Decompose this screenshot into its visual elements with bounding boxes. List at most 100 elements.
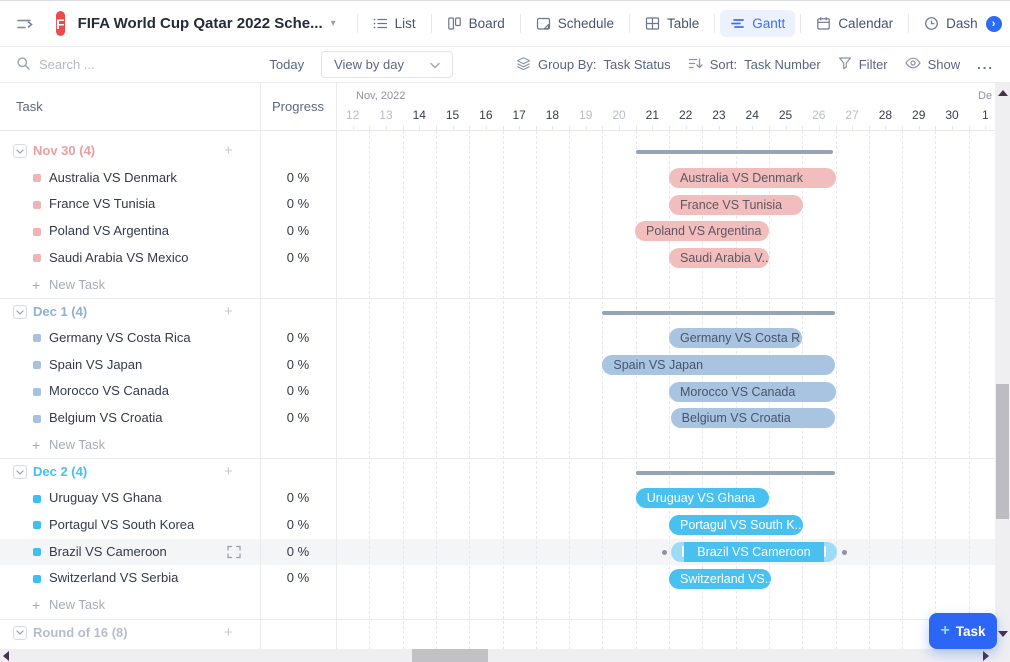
task-status-bullet[interactable] (33, 228, 41, 236)
task-name[interactable]: Germany VS Costa Rica (49, 325, 191, 352)
task-name[interactable]: France VS Tunisia (49, 191, 155, 218)
app-logo[interactable]: F (56, 11, 65, 36)
horizontal-scrollbar[interactable] (0, 649, 995, 662)
bar-resize-handle-right[interactable] (824, 546, 826, 557)
title-caret-icon[interactable]: ▾ (331, 18, 336, 29)
tab-calendar[interactable]: Calendar (806, 10, 903, 37)
group-title[interactable]: Round of 16 (8) (33, 620, 128, 647)
gantt-bar-label: Morocco VS Canada (669, 382, 836, 402)
bar-resize-handle-left[interactable] (682, 546, 684, 557)
task-progress: 0 % (260, 245, 336, 272)
group-by-control[interactable]: Group By: Task Status (516, 56, 671, 74)
task-status-bullet[interactable] (33, 361, 41, 369)
task-status-bullet[interactable] (33, 254, 41, 262)
task-status-bullet[interactable] (33, 415, 41, 423)
gantt-bar[interactable]: Poland VS Argentina (635, 221, 769, 241)
divider (800, 14, 801, 33)
scroll-down-arrow[interactable] (998, 631, 1008, 637)
task-status-bullet[interactable] (33, 575, 41, 583)
group-collapse-icon[interactable] (13, 626, 27, 640)
task-name[interactable]: Saudi Arabia VS Mexico (49, 245, 188, 272)
scroll-left-arrow[interactable] (3, 651, 9, 661)
filter-button[interactable]: Filter (838, 56, 888, 73)
group-collapse-icon[interactable] (13, 144, 27, 158)
expand-task-icon[interactable] (227, 545, 241, 559)
tab-dash[interactable]: Dash› (914, 10, 1010, 38)
group-title[interactable]: Nov 30 (4) (33, 138, 95, 165)
task-status-bullet[interactable] (33, 388, 41, 396)
view-by-select[interactable]: View by day (321, 51, 453, 78)
gantt-bar[interactable]: France VS Tunisia (669, 195, 803, 215)
gantt-bar[interactable]: Spain VS Japan (602, 355, 835, 375)
add-task-button[interactable]: + Task (929, 613, 997, 649)
group-add-task-button[interactable]: + (224, 459, 233, 486)
task-name[interactable]: Uruguay VS Ghana (49, 485, 162, 512)
horizontal-scrollbar-thumb[interactable] (412, 649, 488, 662)
task-row: Switzerland VS Serbia0 %Switzerland VS..… (0, 565, 995, 592)
task-status-bullet[interactable] (33, 548, 41, 556)
show-button[interactable]: Show (905, 57, 961, 72)
tab-table[interactable]: Table (635, 10, 709, 37)
vertical-scrollbar[interactable] (995, 83, 1010, 662)
search-input[interactable]: Search ... (16, 56, 269, 74)
task-name[interactable]: Portagul VS South Korea (49, 512, 194, 539)
tab-board[interactable]: Board (437, 10, 515, 37)
new-task-button[interactable]: New Task (49, 272, 105, 299)
task-status-bullet[interactable] (33, 495, 41, 503)
task-name[interactable]: Australia VS Denmark (49, 165, 177, 192)
group-collapse-icon[interactable] (13, 305, 27, 319)
page-title[interactable]: FIFA World Cup Qatar 2022 Sche... (78, 15, 323, 32)
task-progress: 0 % (260, 325, 336, 352)
task-name[interactable]: Morocco VS Canada (49, 378, 169, 405)
task-status-bullet[interactable] (33, 201, 41, 209)
tab-gantt[interactable]: Gantt (720, 10, 795, 37)
more-options-button[interactable]: ... (977, 57, 994, 72)
gantt-bar[interactable]: Portagul VS South K... (669, 515, 803, 535)
task-status-bullet[interactable] (33, 334, 41, 342)
new-task-button[interactable]: New Task (49, 592, 105, 619)
tab-schedule[interactable]: Schedule (526, 10, 624, 37)
task-name[interactable]: Poland VS Argentina (49, 218, 169, 245)
day-label: 12 (336, 105, 369, 125)
task-name[interactable]: Belgium VS Croatia (49, 405, 162, 432)
scroll-up-arrow[interactable] (998, 90, 1008, 96)
gantt-bar[interactable]: Australia VS Denmark (669, 168, 836, 188)
group-add-task-button[interactable]: + (224, 299, 233, 326)
gantt-bar[interactable]: Uruguay VS Ghana (636, 488, 769, 508)
task-status-bullet[interactable] (33, 174, 41, 182)
task-name[interactable]: Switzerland VS Serbia (49, 565, 178, 592)
sidebar-toggle-icon[interactable] (16, 16, 34, 32)
gantt-bar[interactable]: Germany VS Costa R... (669, 328, 802, 348)
tab-scroll-badge[interactable]: › (986, 16, 1002, 32)
table-icon (645, 16, 660, 31)
gantt-bar[interactable]: Switzerland VS... (669, 569, 771, 589)
bar-drag-dot-left[interactable] (662, 550, 667, 555)
vertical-scrollbar-thumb[interactable] (996, 384, 1009, 519)
gantt-bar[interactable]: Saudi Arabia V... (669, 248, 769, 268)
group-title[interactable]: Dec 2 (4) (33, 459, 87, 486)
divider (357, 14, 358, 33)
gantt-bar[interactable]: Morocco VS Canada (669, 382, 836, 402)
scroll-right-arrow[interactable] (983, 651, 989, 661)
task-status-bullet[interactable] (33, 521, 41, 529)
group-summary-bar[interactable] (636, 150, 833, 154)
today-button[interactable]: Today (269, 57, 304, 72)
group-add-task-button[interactable]: + (224, 620, 233, 647)
day-label: 22 (669, 105, 702, 125)
bar-drag-dot-right[interactable] (842, 550, 847, 555)
task-name[interactable]: Spain VS Japan (49, 352, 142, 379)
tab-list[interactable]: List (363, 10, 426, 37)
group-collapse-icon[interactable] (13, 465, 27, 479)
task-row: Belgium VS Croatia0 %Belgium VS Croatia (0, 405, 995, 432)
task-name[interactable]: Brazil VS Cameroon (49, 539, 167, 566)
gantt-bar[interactable]: Brazil VS Cameroon (671, 542, 838, 562)
divider (908, 14, 909, 33)
sort-control[interactable]: Sort: Task Number (688, 56, 821, 74)
gantt-bar[interactable]: Belgium VS Croatia (671, 408, 836, 428)
group-summary-bar[interactable] (636, 471, 836, 475)
toolbar-controls: Today View by day Group By: Task Status … (269, 51, 994, 78)
group-add-task-button[interactable]: + (224, 138, 233, 165)
group-summary-bar[interactable] (602, 311, 835, 315)
new-task-button[interactable]: New Task (49, 432, 105, 459)
group-title[interactable]: Dec 1 (4) (33, 299, 87, 326)
